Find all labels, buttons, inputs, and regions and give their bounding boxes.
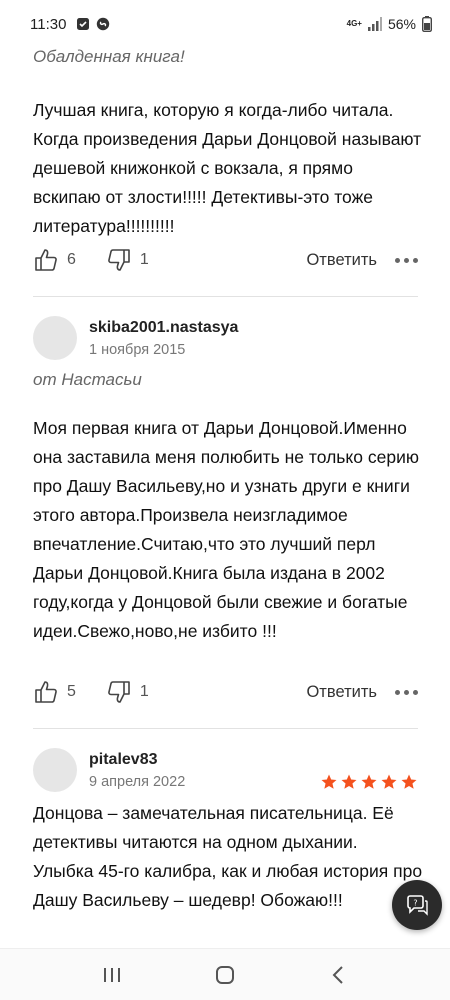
chat-help-icon: ? <box>407 895 428 916</box>
chat-help-button[interactable]: ? <box>392 880 442 930</box>
star-icon <box>361 774 377 789</box>
review-divider <box>33 296 418 297</box>
review-2-subtitle: от Настасьи <box>33 370 142 389</box>
thumbs-up-icon <box>35 681 57 703</box>
review-3-date: 9 апреля 2022 <box>89 773 186 790</box>
review-1-like-button[interactable]: 6 <box>33 247 76 273</box>
recent-apps-icon <box>103 967 120 982</box>
star-icon <box>401 774 417 789</box>
more-dots-icon[interactable] <box>395 689 418 695</box>
system-nav-bar <box>0 948 450 1000</box>
star-icon <box>381 774 397 789</box>
review-3-text: Донцова – замечательная писательница. Её… <box>33 803 423 910</box>
shazam-notification-icon <box>97 17 110 31</box>
review-2-reply-button[interactable]: Ответить <box>306 683 377 702</box>
thumbs-up-icon <box>35 249 57 271</box>
signal-icon <box>367 17 382 31</box>
avatar[interactable] <box>33 748 77 792</box>
review-divider <box>33 728 418 729</box>
review-2-actions: 5 1 Ответить <box>33 675 418 709</box>
back-icon <box>332 965 344 984</box>
status-bar: 11:30 4G+ 56% <box>0 0 450 48</box>
review-1-reply-button[interactable]: Ответить <box>306 251 377 270</box>
battery-icon <box>422 16 432 32</box>
avatar[interactable] <box>33 316 77 360</box>
review-2-like-count: 5 <box>67 683 76 700</box>
thumbs-down-icon <box>108 681 130 703</box>
review-1-like-count: 6 <box>67 251 76 268</box>
more-dots-icon[interactable] <box>395 257 418 263</box>
review-1-dislike-count: 1 <box>139 251 149 268</box>
review-1-subtitle: Обалденная книга! <box>33 47 185 66</box>
review-3-author: pitalev83 9 апреля 2022 <box>33 745 418 795</box>
review-1-dislike-button[interactable]: 1 <box>106 247 149 273</box>
home-button[interactable] <box>205 955 245 995</box>
review-2-text: Моя первая книга от Дарьи Донцовой.Именн… <box>33 418 419 641</box>
back-button[interactable] <box>318 955 358 995</box>
review-2-like-button[interactable]: 5 <box>33 679 76 705</box>
star-icon <box>321 774 337 789</box>
app-notification-icon <box>77 18 90 30</box>
network-type-label: 4G+ <box>346 19 362 28</box>
review-2-dislike-button[interactable]: 1 <box>106 679 149 705</box>
recent-apps-button[interactable] <box>92 955 132 995</box>
thumbs-down-icon <box>108 249 130 271</box>
review-3-author-name[interactable]: pitalev83 <box>89 751 185 769</box>
review-2-author-name[interactable]: skiba2001.nastasya <box>89 319 238 337</box>
review-2-date: 1 ноября 2015 <box>89 341 186 358</box>
review-1-actions: 6 1 Ответить <box>33 243 418 277</box>
battery-percent: 56% <box>387 16 416 32</box>
home-icon <box>215 965 234 984</box>
rating-stars <box>320 773 418 791</box>
svg-text:?: ? <box>413 899 417 908</box>
review-2-author: skiba2001.nastasya 1 ноября 2015 <box>33 313 418 363</box>
review-2-dislike-count: 1 <box>139 683 149 700</box>
status-time: 11:30 <box>30 15 67 33</box>
star-icon <box>341 774 357 789</box>
review-1-text: Лучшая книга, которую я когда-либо читал… <box>33 100 422 236</box>
